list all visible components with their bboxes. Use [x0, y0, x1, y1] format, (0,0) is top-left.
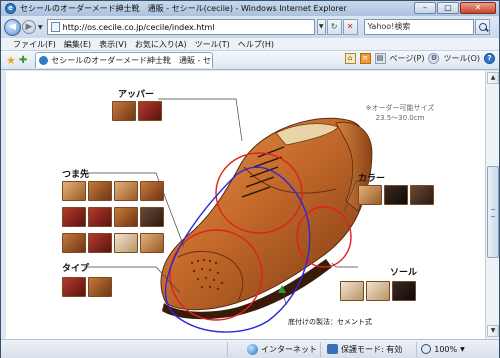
- title-bar: e セシールのオーダーメード紳士靴 通販 - セシール(cecile) - Wi…: [1, 1, 499, 16]
- status-segment-small: [227, 341, 241, 357]
- minimize-button[interactable]: –: [414, 2, 436, 14]
- command-bar: ⌂ ≋ ▤ ページ(P) ⚙ ツール(O) ?: [344, 53, 495, 64]
- status-bar: インターネット 保護モード: 有効 100% ▼: [1, 339, 499, 358]
- vertical-scrollbar[interactable]: ▲ ▼: [485, 71, 499, 339]
- upper-label: アッパー: [118, 90, 155, 100]
- sole-option-3[interactable]: [392, 281, 416, 301]
- home-icon[interactable]: ⌂: [344, 53, 356, 64]
- help-icon[interactable]: ?: [484, 53, 495, 64]
- toe-option-4[interactable]: [140, 181, 164, 201]
- tab-label: セシールのオーダーメード紳士靴 通販 - セシ...: [51, 56, 214, 65]
- browser-window: e セシールのオーダーメード紳士靴 通販 - セシール(cecile) - Wi…: [0, 0, 500, 358]
- history-dropdown-icon[interactable]: ▼: [38, 24, 43, 31]
- refresh-icon[interactable]: ↻: [326, 19, 342, 35]
- url-dropdown-icon[interactable]: ▼: [316, 19, 326, 35]
- stop-icon[interactable]: ✕: [342, 19, 358, 35]
- close-button[interactable]: ✕: [460, 2, 496, 14]
- search-input[interactable]: Yahoo!検索: [363, 19, 474, 35]
- maximize-button[interactable]: □: [437, 2, 459, 14]
- protected-mode-icon: [327, 344, 338, 354]
- upper-option-2[interactable]: [138, 101, 162, 121]
- tools-menu[interactable]: ツール(O): [443, 53, 480, 64]
- menu-favorites[interactable]: お気に入り(A): [135, 39, 187, 50]
- page-menu[interactable]: ページ(P): [390, 53, 425, 64]
- back-button[interactable]: ◀: [4, 18, 21, 36]
- color-option-1[interactable]: [358, 185, 382, 205]
- menu-help[interactable]: ヘルプ(H): [238, 39, 274, 50]
- address-bar: ◀ ▶ ▼ http://os.cecile.co.jp/cecile/inde…: [1, 16, 499, 38]
- status-divider: [320, 341, 321, 357]
- search-icon[interactable]: [474, 19, 490, 35]
- menu-bar: ファイル(F) 編集(E) 表示(V) お気に入り(A) ツール(T) ヘルプ(…: [1, 38, 499, 51]
- type-option-2[interactable]: [88, 277, 112, 297]
- sole-method-note: 底付けの製法：セメント式: [288, 318, 372, 326]
- scroll-up-icon[interactable]: ▲: [487, 72, 499, 84]
- toe-label: つま先: [62, 170, 90, 180]
- toe-option-5[interactable]: [62, 207, 86, 227]
- zoom-level[interactable]: 100%: [434, 345, 457, 354]
- toe-option-1[interactable]: [62, 181, 86, 201]
- tools-gear-icon[interactable]: ⚙: [428, 53, 440, 64]
- order-size-line1: ※オーダー可能サイズ: [365, 104, 435, 112]
- shoe-body: [160, 117, 369, 311]
- internet-zone-icon: [247, 343, 258, 355]
- tab-favicon-icon: [39, 56, 49, 65]
- type-option-1[interactable]: [62, 277, 86, 297]
- toe-option-2[interactable]: [88, 181, 112, 201]
- status-divider-2: [416, 341, 418, 357]
- toe-option-12[interactable]: [140, 233, 164, 253]
- zone-text: インターネット: [261, 344, 317, 354]
- menu-view[interactable]: 表示(V): [99, 39, 127, 50]
- menu-tools[interactable]: ツール(T): [195, 39, 230, 50]
- zoom-dropdown-icon[interactable]: ▼: [460, 346, 465, 353]
- protected-mode-text: 保護モード: 有効: [341, 344, 403, 354]
- feeds-icon[interactable]: ≋: [359, 53, 371, 64]
- url-input[interactable]: http://os.cecile.co.jp/cecile/index.html: [46, 19, 315, 35]
- sole-option-1[interactable]: [340, 281, 364, 301]
- toe-option-10[interactable]: [88, 233, 112, 253]
- tab-current[interactable]: セシールのオーダーメード紳士靴 通販 - セシ...: [35, 52, 214, 68]
- color-label: カラー: [358, 174, 386, 184]
- toe-option-8[interactable]: [140, 207, 164, 227]
- toe-option-9[interactable]: [62, 233, 86, 253]
- scroll-down-icon[interactable]: ▼: [487, 325, 499, 337]
- add-favorites-icon[interactable]: ✚: [19, 55, 27, 66]
- color-option-2[interactable]: [384, 185, 408, 205]
- color-option-3[interactable]: [410, 185, 434, 205]
- upper-option-1[interactable]: [112, 101, 136, 121]
- toe-option-11[interactable]: [114, 233, 138, 253]
- ie-logo-icon: e: [5, 3, 16, 14]
- favorites-star-icon[interactable]: ★: [6, 54, 16, 67]
- order-size-note: ※オーダー可能サイズ 23.5～30.0cm: [358, 103, 442, 123]
- zoom-icon[interactable]: [421, 344, 432, 354]
- window-title: セシールのオーダーメード紳士靴 通販 - セシール(cecile) - Wind…: [20, 4, 347, 13]
- order-size-line2: 23.5～30.0cm: [375, 114, 425, 122]
- url-text: http://os.cecile.co.jp/cecile/index.html: [62, 22, 215, 32]
- print-icon[interactable]: ▤: [374, 53, 386, 64]
- type-label: タイプ: [62, 264, 90, 274]
- page-content: アッパー つま先 タイプ カラー ソール ※オーダー可能サイズ 23.5～30.…: [6, 71, 485, 339]
- scroll-thumb[interactable]: [487, 166, 499, 258]
- toe-option-7[interactable]: [114, 207, 138, 227]
- menu-edit[interactable]: 編集(E): [64, 39, 91, 50]
- toe-option-6[interactable]: [88, 207, 112, 227]
- status-segment: [4, 342, 224, 357]
- sole-label: ソール: [390, 268, 418, 278]
- page-icon: [50, 22, 60, 32]
- menu-file[interactable]: ファイル(F): [13, 39, 56, 50]
- forward-button[interactable]: ▶: [22, 20, 36, 34]
- sole-option-2[interactable]: [366, 281, 390, 301]
- toe-option-3[interactable]: [114, 181, 138, 201]
